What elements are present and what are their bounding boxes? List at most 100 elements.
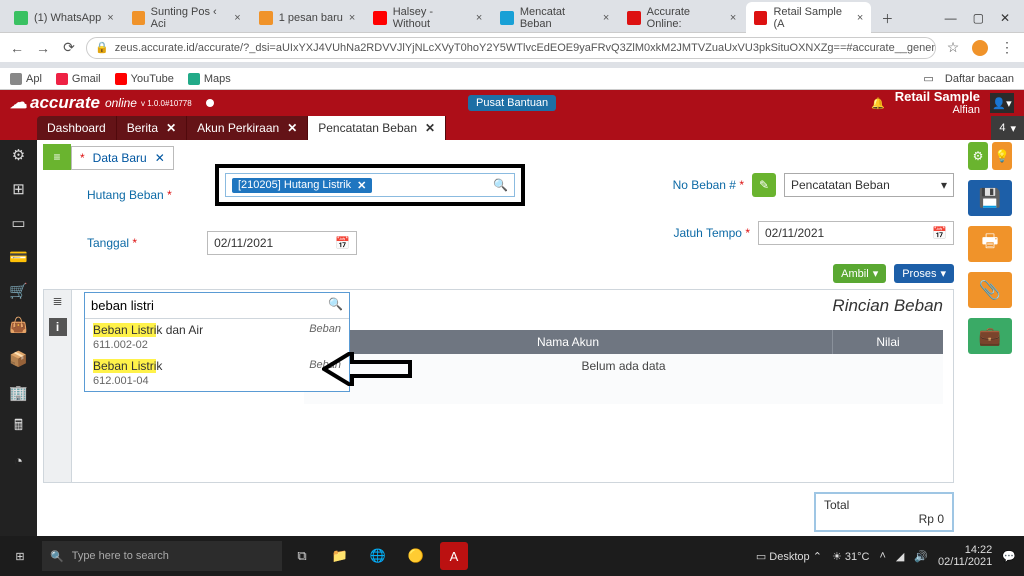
close-window-icon[interactable]: ✕ [1000,11,1010,25]
close-icon[interactable]: × [476,12,482,24]
browser-tab-active[interactable]: Retail Sample (A× [746,2,871,34]
close-icon[interactable]: ✕ [425,121,435,135]
browser-tab[interactable]: Accurate Online:× [619,2,744,34]
bell-icon[interactable]: 🔔 [871,97,885,110]
close-icon[interactable]: × [603,12,609,24]
tab-berita[interactable]: Berita✕ [117,116,187,140]
bookmark-item[interactable]: Maps [188,73,231,85]
url-input[interactable]: 🔒 zeus.accurate.id/accurate/?_dsi=aUIxYX… [86,37,936,59]
calendar-icon[interactable]: 📅 [932,226,947,240]
browser-tab[interactable]: Halsey - Without× [365,2,490,34]
close-icon[interactable]: × [857,12,863,24]
volume-icon[interactable]: 🔊 [914,550,928,563]
favicon [14,11,28,25]
jatuh-tempo-input[interactable]: 02/11/2021📅 [758,221,954,245]
tanggal-input[interactable]: 02/11/2021📅 [207,231,357,255]
no-beban-select[interactable]: Pencatatan Beban▾ [784,173,954,197]
bookmark-item[interactable]: Apl [10,73,42,85]
box-icon[interactable]: 📦 [8,348,30,370]
tab-counter[interactable]: 4 ▾ [991,116,1024,140]
print-button[interactable]: 🖶 [968,226,1012,262]
task-view-icon[interactable]: ⧉ [288,542,316,570]
search-icon[interactable]: 🔍 [328,297,343,311]
app-logo[interactable]: ☁accurateonline [10,93,137,113]
back-icon[interactable]: ← [8,40,26,56]
browser-tab[interactable]: 1 pesan baru× [251,7,364,29]
taskbar-search[interactable]: 🔍 Type here to search [42,541,282,571]
search-result-item[interactable]: Beban ListrikBeban 612.001-04 [85,355,349,391]
star-icon[interactable]: ☆ [944,39,962,56]
edit-number-button[interactable]: ✎ [752,173,776,197]
save-button[interactable]: 💾 [968,180,1012,216]
show-desktop[interactable]: ▭ Desktop ⌃ [756,550,822,563]
profile-avatar[interactable] [972,40,988,56]
hutang-beban-label: Hutang Beban * [87,188,172,202]
no-beban-label: No Beban # * [673,178,744,192]
close-icon[interactable]: ✕ [287,121,297,135]
wallet-icon[interactable]: 💳 [8,246,30,268]
search-icon[interactable]: 🔍 [493,178,508,192]
selected-chip[interactable]: [210205] Hutang Listrik✕ [232,178,372,193]
list-view-button[interactable]: ≡ [43,144,71,170]
app-header: ☁accurateonline v 1.0.0#10778 Pusat Bant… [0,90,1024,116]
calc-icon[interactable]: 🖩 [8,416,30,438]
maximize-icon[interactable]: ▢ [973,11,984,25]
user-menu[interactable]: 👤▾ [990,93,1014,113]
tab-akun-perkiraan[interactable]: Akun Perkiraan✕ [187,116,308,140]
ambil-button[interactable]: Ambil ▾ [833,264,886,283]
hutang-beban-input[interactable]: [210205] Hutang Listrik✕ 🔍 [225,173,515,197]
idea-button[interactable]: 💡 [992,142,1012,170]
search-result-item[interactable]: Beban Listrik dan AirBeban 611.002-02 [85,319,349,355]
edge-icon[interactable]: 🌐 [364,542,392,570]
gear-icon[interactable]: ⚙ [8,144,30,166]
info-icon[interactable]: i [49,318,67,336]
doc-tab[interactable]: *Data Baru✕ [71,146,174,170]
close-icon[interactable]: ✕ [155,151,165,165]
close-icon[interactable]: ✕ [166,121,176,135]
tab-pencatatan-beban[interactable]: Pencatatan Beban✕ [308,116,446,140]
book-icon[interactable]: ▭ [8,212,30,234]
grid-title: Rincian Beban [832,296,943,316]
explorer-icon[interactable]: 📁 [326,542,354,570]
lines-icon[interactable]: ≣ [52,294,62,308]
reload-icon[interactable]: ⟳ [60,39,78,56]
forward-icon[interactable]: → [34,40,52,56]
close-icon[interactable]: × [107,12,113,24]
app-version: v 1.0.0#10778 [141,99,192,108]
clock[interactable]: 14:2202/11/2021 [938,544,992,568]
kebab-icon[interactable]: ⋮ [998,39,1016,56]
bag-icon[interactable]: 👜 [8,314,30,336]
building-icon[interactable]: 🏢 [8,382,30,404]
proses-button[interactable]: Proses ▾ [894,264,954,283]
browser-tab[interactable]: Mencatat Beban× [492,2,617,34]
notifications-icon[interactable]: 💬 [1002,550,1016,563]
pie-icon[interactable]: ◔ [8,450,30,472]
tab-dashboard[interactable]: Dashboard [37,116,117,140]
close-icon[interactable]: × [234,12,240,24]
weather-widget[interactable]: ☀ 31°C [832,550,870,563]
close-icon[interactable]: × [349,12,355,24]
minimize-icon[interactable]: — [945,11,957,25]
chrome-icon[interactable]: 🟡 [402,542,430,570]
favicon [754,11,767,25]
close-icon[interactable]: × [730,12,736,24]
browser-tab[interactable]: (1) WhatsApp× [6,7,122,29]
browser-tab[interactable]: Sunting Pos ‹ Aci× [124,2,249,34]
cart-icon[interactable]: 🛒 [8,280,30,302]
network-icon[interactable]: ◢ [896,550,904,563]
app-tab-strip: Dashboard Berita✕ Akun Perkiraan✕ Pencat… [0,116,1024,140]
attach-button[interactable]: 📎 [968,272,1012,308]
start-button[interactable]: ⊞ [0,536,40,576]
briefcase-button[interactable]: 💼 [968,318,1012,354]
pdf-icon[interactable]: A [440,542,468,570]
help-center-button[interactable]: Pusat Bantuan [468,95,556,111]
account-search-input[interactable] [85,293,349,319]
new-tab-button[interactable]: ＋ [873,6,901,31]
settings-button[interactable]: ⚙ [968,142,988,170]
reading-list[interactable]: ▭ Daftar bacaan [923,72,1014,85]
bookmark-item[interactable]: YouTube [115,73,174,85]
calendar-icon[interactable]: 📅 [335,236,350,250]
bookmark-item[interactable]: Gmail [56,73,101,85]
grid-icon[interactable]: ⊞ [8,178,30,200]
tray-chevron-icon[interactable]: ˄ [879,550,885,562]
